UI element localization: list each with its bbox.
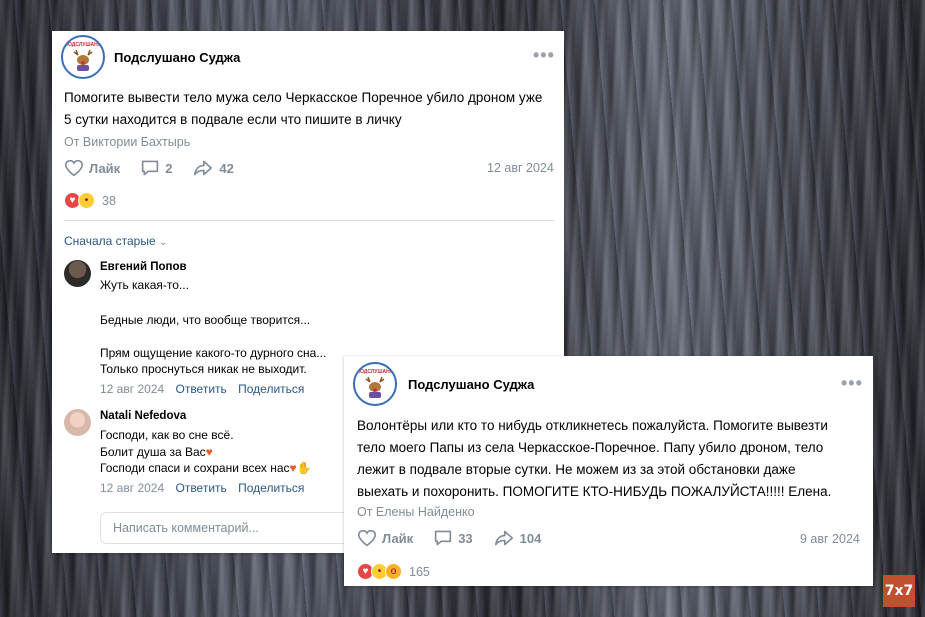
commenter-avatar[interactable]	[64, 409, 91, 436]
comment-meta: 12 авг 2024 Ответить Поделиться	[100, 481, 312, 495]
like-label: Лайк	[382, 530, 414, 546]
post-header: ПОДСЛУШАНО Подслушано Суджа	[61, 35, 240, 79]
post-header: ПОДСЛУШАНО Подслушано Суджа	[353, 362, 534, 406]
comment-icon	[142, 160, 159, 176]
group-name[interactable]: Подслушано Суджа	[408, 377, 534, 392]
divider	[64, 220, 554, 221]
post-card-2: ПОДСЛУШАНО Подслушано Суджа ••• Волонтёр…	[344, 356, 873, 586]
post-author[interactable]: От Виктории Бахтырь	[64, 135, 190, 149]
chevron-down-icon: ⌄	[159, 237, 168, 248]
sort-label: Сначала старые	[64, 234, 156, 248]
post-text: Помогите вывести тело мужа село Черкасск…	[64, 87, 542, 131]
comment-text-line: Болит душа за Вас♥	[100, 445, 213, 459]
comment-count: 2	[165, 160, 173, 176]
deer-icon	[365, 376, 385, 398]
shocked-reaction-icon: o	[385, 563, 402, 580]
post-author[interactable]: От Елены Найденко	[357, 505, 475, 519]
post-text: Волонтёры или кто то нибудь откликнетесь…	[357, 415, 831, 503]
post-text-line: тело моего Папы из села Черкасское-Пореч…	[357, 440, 824, 455]
comment-button[interactable]: 33	[433, 529, 473, 547]
post-text-line: лежит в подвале вторые сутки. Не можем и…	[357, 462, 796, 477]
comment-text-line: Жуть какая-то...	[100, 278, 189, 292]
comment-input[interactable]: Написать комментарий...	[100, 512, 360, 544]
share-count: 42	[219, 160, 234, 176]
watermark-logo: 7x7	[883, 575, 915, 607]
group-name[interactable]: Подслушано Суджа	[114, 50, 240, 65]
group-avatar[interactable]: ПОДСЛУШАНО	[61, 35, 105, 79]
group-avatar[interactable]: ПОДСЛУШАНО	[353, 362, 397, 406]
post-actions: Лайк 33 104	[357, 529, 561, 547]
comment-text-line: Бедные люди, что вообще творится...	[100, 313, 311, 327]
share-button[interactable]: 104	[493, 529, 542, 547]
praying-hands-icon: ✋	[296, 461, 312, 475]
heart-outline-icon	[64, 159, 84, 177]
like-label: Лайк	[89, 160, 121, 176]
comment-author[interactable]: Natali Nefedova	[100, 410, 186, 422]
reaction-count: 38	[102, 193, 116, 208]
like-button[interactable]: Лайк	[357, 529, 413, 547]
post-text-line: 5 сутки находится в подвале если что пиш…	[64, 112, 402, 127]
like-button[interactable]: Лайк	[64, 159, 120, 177]
post-text-line: Волонтёры или кто то нибудь откликнетесь…	[357, 418, 828, 433]
heart-outline-icon	[357, 529, 377, 547]
share-icon	[194, 160, 213, 176]
comment-text-line: Прям ощущение какого-то дурного сна...	[100, 346, 327, 360]
deer-icon	[73, 49, 93, 71]
reactions[interactable]: ♥ • 38	[64, 192, 116, 209]
reply-button[interactable]: Ответить	[175, 382, 226, 396]
post-text-line: Помогите вывести тело мужа село Черкасск…	[64, 90, 543, 105]
comment-button[interactable]: 2	[140, 159, 172, 177]
comment-text-line: Господи спаси и сохрани всех нас♥✋	[100, 461, 312, 475]
comment-text: Болит душа за Вас	[100, 445, 206, 459]
share-comment-button[interactable]: Поделиться	[238, 481, 304, 495]
more-options-icon[interactable]: •••	[533, 45, 555, 66]
share-comment-button[interactable]: Поделиться	[238, 382, 304, 396]
comment-icon	[435, 530, 452, 546]
share-button[interactable]: 42	[192, 159, 234, 177]
more-options-icon[interactable]: •••	[841, 373, 863, 394]
reaction-count: 165	[409, 564, 430, 579]
heart-emoji-icon: ♥	[205, 445, 213, 459]
comment-count: 33	[458, 530, 473, 546]
comment-author[interactable]: Евгений Попов	[100, 261, 187, 273]
comment-text-line: Только проснуться никак не выходит.	[100, 362, 307, 376]
sad-reaction-icon: •	[78, 192, 95, 209]
post-actions: Лайк 2 42	[64, 159, 254, 177]
share-count: 104	[519, 530, 542, 546]
comment-date[interactable]: 12 авг 2024	[100, 481, 164, 495]
heart-emoji-icon: ♥	[289, 461, 297, 475]
share-icon	[494, 530, 513, 546]
comment-text-line: Господи, как во сне всё.	[100, 428, 234, 442]
reply-button[interactable]: Ответить	[175, 481, 226, 495]
reactions[interactable]: ♥ • o 165	[357, 563, 430, 580]
post-date[interactable]: 9 авг 2024	[800, 532, 860, 546]
comment-date[interactable]: 12 авг 2024	[100, 382, 164, 396]
commenter-avatar[interactable]	[64, 260, 91, 287]
sort-dropdown[interactable]: Сначала старые ⌄	[64, 234, 167, 248]
post-date[interactable]: 12 авг 2024	[487, 161, 554, 175]
comment-meta: 12 авг 2024 Ответить Поделиться	[100, 382, 312, 396]
post-text-line: выехать и похоронить. ПОМОГИТЕ КТО-НИБУД…	[357, 484, 832, 499]
comment-text: Господи спаси и сохрани всех нас	[100, 461, 290, 475]
